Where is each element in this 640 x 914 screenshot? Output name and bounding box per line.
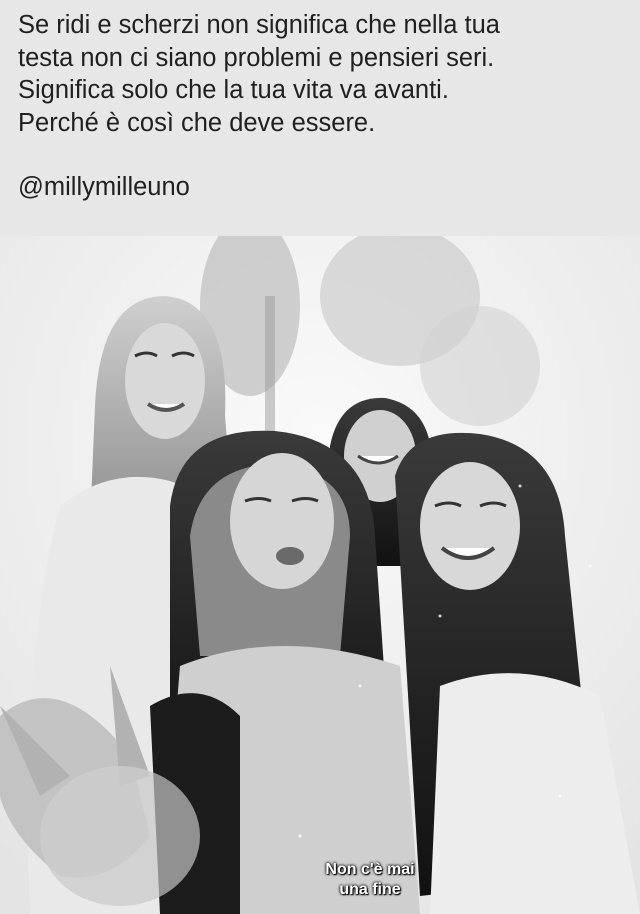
post-photo[interactable] (0, 236, 640, 914)
post-text-block: Se ridi e scherzi non significa che nell… (0, 0, 640, 236)
post-text-line: testa non ci siano problemi e pensieri s… (18, 43, 495, 72)
caption-line: Non c'è mai (325, 861, 415, 878)
post-text-line: Significa solo che la tua vita va avanti… (18, 76, 449, 104)
author-handle[interactable]: @millymilleuno (18, 171, 622, 204)
group-photo-illustration (0, 236, 640, 914)
post-text-line: Se ridi e scherzi non significa che nell… (18, 11, 500, 39)
post-text-line: Perché è così che deve essere. (18, 108, 376, 137)
photo-caption: Non c'è mai una fine (300, 860, 440, 900)
caption-line: una fine (339, 881, 401, 898)
